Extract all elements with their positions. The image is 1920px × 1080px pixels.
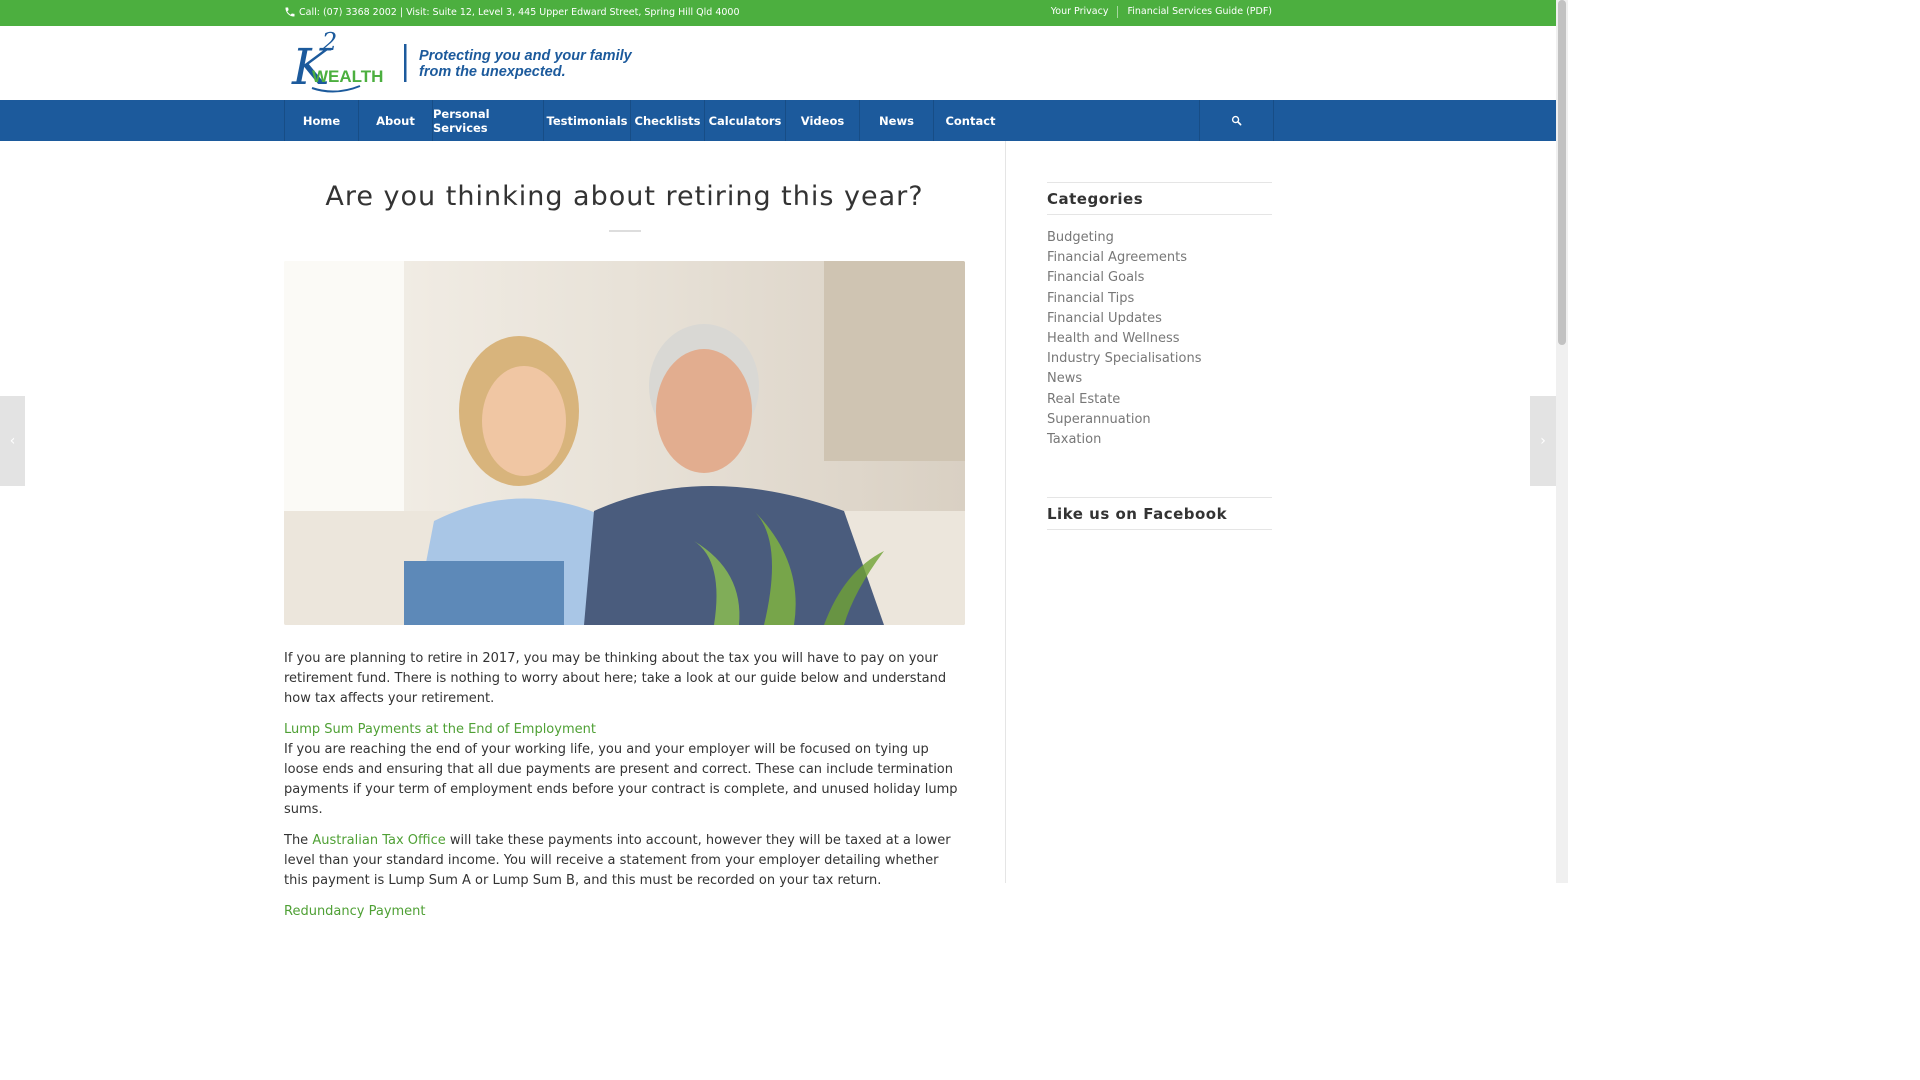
site-header: K 2 WEALTH Protecting you and your famil… [0, 26, 1556, 100]
ato-link[interactable]: Australian Tax Office [312, 833, 445, 848]
category-link[interactable]: Budgeting [1047, 228, 1272, 248]
scrollbar-thumb[interactable] [1558, 0, 1566, 345]
category-list: Budgeting Financial Agreements Financial… [1047, 228, 1272, 450]
article-body: If you are planning to retire in 2017, y… [284, 649, 965, 922]
logo-tagline-1: Protecting you and your family [419, 48, 633, 64]
nav-item-calculators[interactable]: Calculators [704, 100, 785, 141]
paragraph: The Australian Tax Office will take thes… [284, 831, 965, 891]
chevron-left-icon: ‹ [9, 433, 16, 449]
section-heading: Lump Sum Payments at the End of Employme… [284, 722, 596, 737]
contact-text: Call: (07) 3368 2002 | Visit: Suite 12, … [299, 6, 740, 18]
phone-icon [285, 7, 295, 17]
nav-item-about[interactable]: About [358, 100, 432, 141]
previous-post-button[interactable]: ‹ [0, 396, 25, 486]
paragraph: If you are reaching the end of your work… [284, 742, 958, 817]
nav-menu: Home About Personal Services Testimonial… [284, 100, 1007, 141]
chevron-right-icon: › [1540, 433, 1546, 449]
logo-tagline-2: from the unexpected. [419, 64, 566, 80]
site-logo[interactable]: K 2 WEALTH Protecting you and your famil… [290, 30, 635, 96]
nav-search-button[interactable] [1199, 100, 1274, 141]
svg-text:WEALTH: WEALTH [312, 67, 383, 86]
title-divider [608, 230, 641, 232]
top-links: Your Privacy Financial Services Guide (P… [1051, 6, 1272, 18]
facebook-widget-title: Like us on Facebook [1047, 497, 1272, 531]
article-title: Are you thinking about retiring this yea… [325, 181, 924, 212]
featured-image [284, 261, 965, 625]
category-link[interactable]: Superannuation [1047, 410, 1272, 430]
contact-info: Call: (07) 3368 2002 | Visit: Suite 12, … [284, 6, 740, 18]
category-link[interactable]: Health and Wellness [1047, 329, 1272, 349]
scrollbar[interactable] [1556, 0, 1568, 883]
search-icon [1231, 115, 1242, 126]
nav-item-home[interactable]: Home [284, 100, 358, 141]
main-nav: Home About Personal Services Testimonial… [0, 100, 1556, 141]
category-link[interactable]: Taxation [1047, 430, 1272, 450]
nav-item-personal-services[interactable]: Personal Services [432, 100, 543, 141]
main-content: Are you thinking about retiring this yea… [284, 141, 965, 922]
top-bar: Call: (07) 3368 2002 | Visit: Suite 12, … [0, 0, 1556, 26]
privacy-link[interactable]: Your Privacy [1051, 6, 1109, 18]
category-link[interactable]: Financial Goals [1047, 268, 1272, 288]
sidebar: Categories Budgeting Financial Agreement… [1047, 182, 1272, 531]
nav-item-checklists[interactable]: Checklists [630, 100, 704, 141]
divider [1117, 6, 1119, 18]
section-heading: Redundancy Payment [284, 904, 426, 919]
svg-text:2: 2 [321, 30, 337, 56]
category-link[interactable]: News [1047, 369, 1272, 389]
category-link[interactable]: Industry Specialisations [1047, 349, 1272, 369]
nav-item-testimonials[interactable]: Testimonials [543, 100, 630, 141]
nav-item-videos[interactable]: Videos [785, 100, 859, 141]
next-post-button[interactable]: › [1530, 396, 1556, 486]
paragraph: If you are planning to retire in 2017, y… [284, 651, 947, 706]
paragraph-text: The [284, 833, 313, 848]
category-link[interactable]: Financial Agreements [1047, 248, 1272, 268]
sidebar-divider [1005, 141, 1006, 883]
category-link[interactable]: Financial Updates [1047, 309, 1272, 329]
nav-item-contact[interactable]: Contact [933, 100, 1007, 141]
categories-title: Categories [1047, 182, 1272, 215]
category-link[interactable]: Real Estate [1047, 390, 1272, 410]
category-link[interactable]: Financial Tips [1047, 289, 1272, 309]
nav-item-news[interactable]: News [859, 100, 933, 141]
fsg-link[interactable]: Financial Services Guide (PDF) [1127, 6, 1272, 18]
